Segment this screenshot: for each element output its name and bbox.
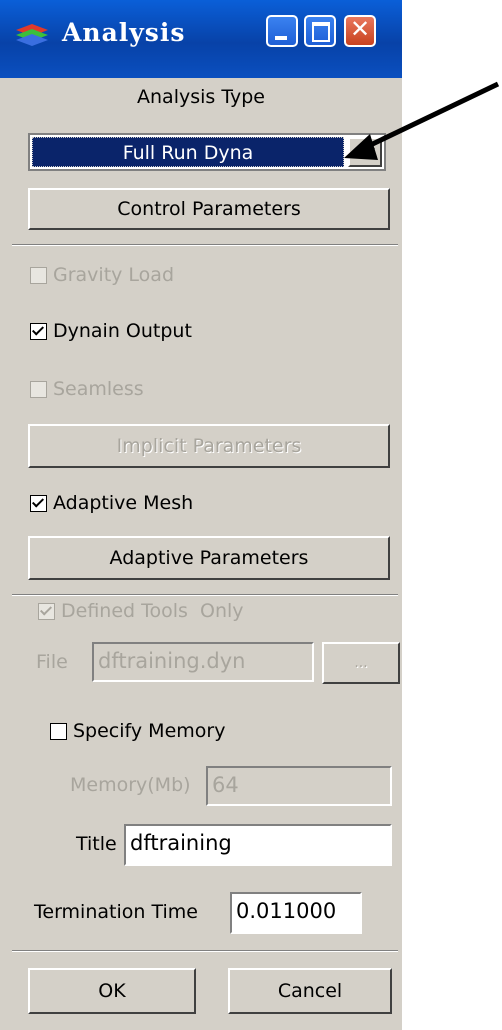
checkbox-box bbox=[38, 602, 55, 620]
analysis-type-dropdown[interactable]: Full Run Dyna bbox=[28, 133, 386, 171]
ok-button[interactable]: OK bbox=[28, 968, 196, 1014]
gravity-load-checkbox[interactable]: Gravity Load bbox=[30, 264, 174, 286]
annotation-arrow bbox=[344, 81, 500, 160]
title-bar[interactable]: Analysis ✕ bbox=[0, 0, 402, 78]
control-parameters-button[interactable]: Control Parameters bbox=[28, 188, 390, 230]
title-label: Title bbox=[76, 833, 117, 855]
termination-time-input[interactable]: 0.011000 bbox=[230, 892, 362, 934]
implicit-parameters-button[interactable]: Implicit Parameters bbox=[28, 424, 390, 468]
gravity-load-label: Gravity Load bbox=[53, 264, 175, 286]
dynain-output-checkbox[interactable]: Dynain Output bbox=[30, 320, 192, 342]
window-title: Analysis bbox=[62, 18, 186, 47]
minimize-button[interactable] bbox=[266, 15, 298, 47]
adaptive-mesh-checkbox[interactable]: Adaptive Mesh bbox=[30, 492, 193, 514]
separator bbox=[12, 244, 398, 246]
checkbox-box bbox=[30, 380, 47, 398]
memory-label: Memory(Mb) bbox=[70, 774, 191, 796]
browse-button[interactable]: ... bbox=[322, 642, 400, 684]
checkbox-box bbox=[30, 266, 47, 284]
title-input[interactable]: dftraining bbox=[124, 824, 392, 866]
dynain-output-label: Dynain Output bbox=[53, 320, 192, 342]
defined-tools-only-label: Defined Tools Only bbox=[61, 600, 244, 622]
termination-time-label: Termination Time bbox=[34, 901, 198, 923]
close-icon: ✕ bbox=[349, 15, 371, 43]
checkbox-box bbox=[30, 322, 47, 340]
app-icon bbox=[16, 24, 48, 46]
close-button[interactable]: ✕ bbox=[344, 15, 376, 47]
checkbox-box bbox=[30, 494, 47, 512]
maximize-button[interactable] bbox=[304, 15, 336, 47]
file-label: File bbox=[36, 651, 68, 673]
seamless-checkbox[interactable]: Seamless bbox=[30, 378, 144, 400]
specify-memory-label: Specify Memory bbox=[73, 720, 226, 742]
memory-input[interactable]: 64 bbox=[206, 766, 392, 806]
checkbox-box bbox=[50, 722, 67, 740]
separator bbox=[12, 950, 398, 952]
seamless-label: Seamless bbox=[53, 378, 144, 400]
specify-memory-checkbox[interactable]: Specify Memory bbox=[50, 720, 225, 742]
analysis-type-value: Full Run Dyna bbox=[32, 137, 344, 167]
separator bbox=[12, 594, 398, 596]
cancel-button[interactable]: Cancel bbox=[228, 968, 392, 1014]
adaptive-parameters-button[interactable]: Adaptive Parameters bbox=[28, 536, 390, 580]
adaptive-mesh-label: Adaptive Mesh bbox=[53, 492, 194, 514]
file-input[interactable]: dftraining.dyn bbox=[92, 642, 314, 682]
defined-tools-only-checkbox[interactable]: Defined Tools Only bbox=[38, 600, 244, 622]
